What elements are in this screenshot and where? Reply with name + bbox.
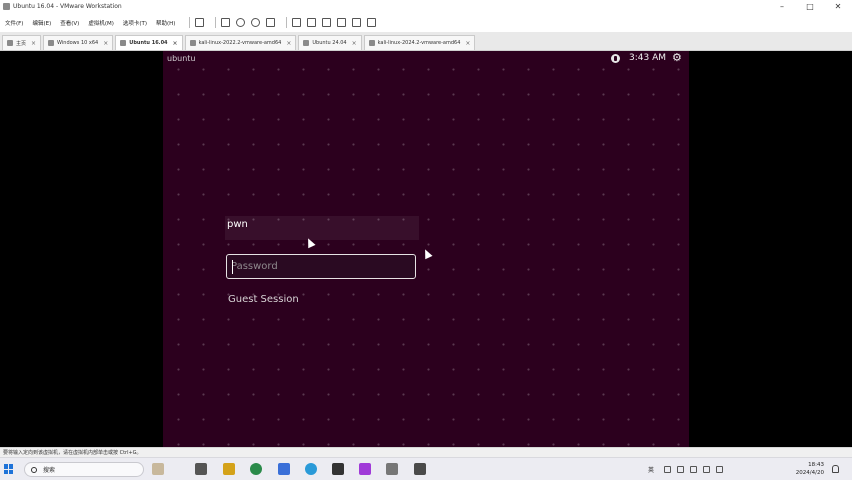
revert-snapshot-icon[interactable] [251, 18, 261, 27]
distro-label: ubuntu [167, 54, 196, 63]
vmware-icon[interactable] [386, 463, 398, 475]
tab-home[interactable]: 主页 × [2, 35, 42, 50]
close-icon[interactable]: × [352, 40, 357, 47]
vm-icon [120, 40, 127, 46]
vm-icon [368, 40, 375, 46]
vm-icon [189, 40, 196, 46]
tab-label: Ubuntu 16.04 [129, 40, 168, 46]
task-view-icon[interactable] [195, 463, 207, 475]
send-ctrl-alt-del-icon[interactable] [221, 18, 231, 27]
tab-label: Windows 10 x64 [57, 40, 99, 46]
file-explorer-icon[interactable] [223, 463, 235, 475]
battery-icon[interactable] [703, 466, 711, 473]
vm-icon [303, 40, 310, 46]
window-title-bar: Ubuntu 16.04 - VMware Workstation – □ ✕ [0, 0, 852, 13]
windows-taskbar: 搜索 英 18:43 2024/4/20 [0, 457, 852, 480]
system-clock[interactable]: 18:43 2024/4/20 [784, 461, 824, 477]
browser-icon[interactable] [250, 463, 262, 475]
system-tray: 英 [648, 461, 729, 478]
snapshot-icon[interactable] [236, 18, 246, 27]
close-icon[interactable]: × [465, 40, 470, 47]
app-icon[interactable] [414, 463, 426, 475]
show-library-icon[interactable] [292, 18, 302, 27]
panel-clock[interactable]: 3:43 AM [629, 53, 666, 63]
snapshot-manager-icon[interactable] [266, 18, 276, 27]
full-screen-icon[interactable] [322, 18, 332, 27]
password-input[interactable] [227, 255, 415, 278]
vmware-app-icon [3, 3, 10, 10]
menu-vm[interactable]: 虚拟机(M) [88, 19, 114, 27]
close-icon[interactable]: ✕ [824, 0, 852, 13]
menu-bar: 文件(F) 编辑(E) 查看(V) 虚拟机(M) 选项卡(T) 帮助(H) [0, 13, 852, 32]
password-field[interactable] [226, 254, 416, 279]
menu-tabs[interactable]: 选项卡(T) [123, 19, 147, 27]
guest-session-entry[interactable]: Guest Session [228, 294, 299, 305]
menu-edit[interactable]: 编辑(E) [32, 19, 51, 27]
close-icon[interactable]: × [31, 40, 36, 47]
menu-file[interactable]: 文件(F) [5, 19, 23, 27]
windows-start-icon[interactable] [4, 464, 14, 474]
app-icon[interactable] [278, 463, 290, 475]
tab-label: kali-linux-2024.2-vmware-amd64 [377, 40, 461, 46]
gear-icon[interactable]: ⚙ [672, 52, 682, 64]
notification-icon[interactable] [832, 465, 839, 473]
vm-icon [48, 40, 55, 46]
tab-kali-2024[interactable]: kali-linux-2024.2-vmware-amd64 × [363, 35, 476, 50]
username-label[interactable]: pwn [227, 219, 248, 230]
tray-app-icon[interactable] [716, 466, 724, 473]
console-view-icon[interactable] [352, 18, 362, 27]
vm-display[interactable]: ubuntu 3:43 AM ⚙ pwn Guest Session [0, 51, 852, 447]
stretch-guest-icon[interactable] [367, 18, 377, 27]
network-icon[interactable] [677, 466, 685, 473]
app-icon[interactable] [359, 463, 371, 475]
window-title: Ubuntu 16.04 - VMware Workstation [13, 3, 122, 10]
vmware-status-bar: 要将输入定向到该虚拟机，请在虚拟机内部单击或按 Ctrl+G。 [0, 447, 852, 457]
system-date: 2024/4/20 [795, 470, 824, 476]
tab-ubuntu-24[interactable]: Ubuntu 24.04 × [298, 35, 362, 50]
tab-ubuntu-16[interactable]: Ubuntu 16.04 × [115, 35, 183, 50]
maximize-icon[interactable]: □ [796, 0, 824, 13]
tab-kali-2022[interactable]: kali-linux-2022.2-vmware-amd64 × [184, 35, 297, 50]
tab-label: Ubuntu 24.04 [312, 40, 347, 46]
tray-overflow-icon[interactable] [664, 466, 672, 473]
close-icon[interactable]: × [286, 40, 291, 47]
close-icon[interactable]: × [173, 40, 178, 47]
edge-icon[interactable] [305, 463, 317, 475]
menu-help[interactable]: 帮助(H) [156, 19, 175, 27]
close-icon[interactable]: × [103, 40, 108, 47]
taskbar-search[interactable]: 搜索 [24, 462, 144, 477]
search-icon [31, 466, 37, 473]
home-icon [7, 40, 13, 46]
ubuntu-login-screen[interactable]: ubuntu 3:43 AM ⚙ pwn Guest Session [163, 51, 689, 447]
toolbar-separator [286, 17, 288, 28]
unity-icon[interactable] [337, 18, 347, 27]
terminal-icon[interactable] [332, 463, 344, 475]
minimize-icon[interactable]: – [768, 0, 796, 13]
tab-label: 主页 [16, 40, 27, 47]
vm-tab-bar: 主页 × Windows 10 x64 × Ubuntu 16.04 × kal… [0, 32, 852, 51]
window-controls: – □ ✕ [768, 0, 852, 13]
text-caret [232, 260, 233, 274]
toolbar-separator [189, 17, 191, 28]
system-time: 18:43 [808, 462, 824, 468]
tab-label: kali-linux-2022.2-vmware-amd64 [198, 40, 282, 46]
toolbar-separator [215, 17, 217, 28]
tab-windows-10[interactable]: Windows 10 x64 × [43, 35, 114, 50]
volume-icon[interactable] [690, 466, 698, 473]
widget-icon[interactable] [152, 463, 164, 475]
menu-view[interactable]: 查看(V) [60, 19, 79, 27]
search-label: 搜索 [43, 467, 56, 474]
accessibility-icon[interactable] [611, 54, 620, 63]
status-hint: 要将输入定向到该虚拟机，请在虚拟机内部单击或按 Ctrl+G。 [3, 450, 142, 456]
user-entry-highlight[interactable] [225, 216, 419, 240]
ime-indicator[interactable]: 英 [648, 465, 654, 474]
thumbnail-bar-icon[interactable] [307, 18, 317, 27]
pause-icon[interactable] [195, 18, 205, 27]
ubuntu-top-panel: ubuntu 3:43 AM ⚙ [163, 51, 689, 67]
